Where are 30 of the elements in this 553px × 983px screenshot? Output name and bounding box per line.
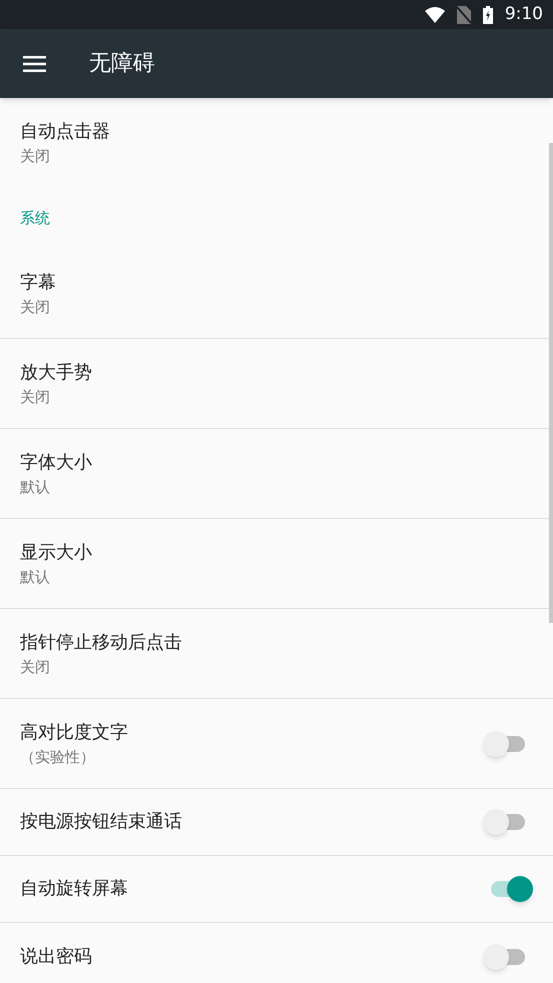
item-title: 指针停止移动后点击 (20, 630, 183, 654)
item-title: 按电源按钮结束通话 (20, 810, 183, 834)
item-summary: 关闭 (20, 386, 51, 408)
item-title: 说出密码 (20, 944, 93, 968)
menu-icon[interactable] (23, 56, 46, 72)
item-summary: 默认 (20, 566, 51, 588)
settings-item[interactable]: 自动点击器 关闭 (0, 98, 553, 188)
item-title: 自动点击器 (20, 120, 111, 144)
item-title: 自动旋转屏幕 (20, 877, 129, 901)
settings-item[interactable]: 指针停止移动后点击 关闭 (0, 609, 553, 699)
clock-time: 9:10 (504, 2, 543, 26)
item-title: 字幕 (20, 270, 57, 294)
settings-item[interactable]: 说出密码 (0, 923, 553, 983)
wifi-icon (424, 6, 445, 22)
item-title: 显示大小 (20, 540, 93, 564)
battery-charging-icon (482, 6, 493, 24)
item-title: 高对比度文字 (20, 720, 129, 744)
settings-item[interactable]: 按电源按钮结束通话 (0, 789, 553, 856)
settings-item[interactable]: 高对比度文字 （实验性） (0, 699, 553, 789)
screen-title: 无障碍 (89, 50, 155, 78)
no-sim-icon (456, 6, 471, 24)
item-title: 放大手势 (20, 360, 93, 384)
item-summary: 关闭 (20, 146, 51, 167)
settings-item[interactable]: 自动旋转屏幕 (0, 856, 553, 923)
item-summary: 关闭 (20, 656, 51, 678)
item-summary: 关闭 (20, 296, 51, 318)
section-header: 系统 (20, 208, 50, 230)
item-title: 字体大小 (20, 450, 93, 474)
item-summary: （实验性） (20, 746, 96, 768)
item-summary: 默认 (20, 476, 51, 498)
